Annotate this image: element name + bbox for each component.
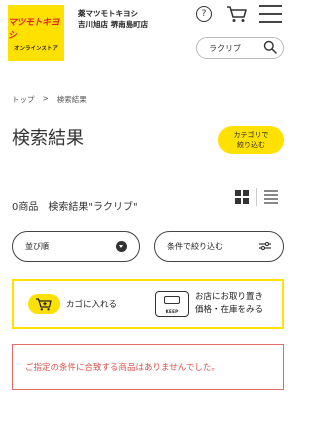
store-name: 薬マツモトキヨシ <box>78 9 138 18</box>
breadcrumb-current: 検索結果 <box>56 95 87 104</box>
store-reserve-promo: KEEP お店にお取り置き 価格・在庫をみる <box>155 291 282 317</box>
breadcrumb-separator: > <box>42 94 49 103</box>
cart-icon[interactable] <box>226 5 248 27</box>
store-reserve-line1: お店にお取り置き <box>195 292 264 302</box>
add-to-cart-promo: カゴに入れる <box>14 294 155 314</box>
site-logo[interactable]: マツモトキヨシ オンラインストア <box>8 5 64 61</box>
sort-label: 並び順 <box>25 242 49 251</box>
category-button-line1: カテゴリで <box>233 131 269 139</box>
add-to-cart-text: カゴに入れる <box>66 300 118 310</box>
breadcrumb: トップ > 検索結果 <box>12 94 87 105</box>
result-count: 0商品 検索結果"ラクリブ" <box>12 202 138 213</box>
sliders-icon <box>259 241 271 253</box>
store-keep-icon: KEEP <box>155 291 189 317</box>
breadcrumb-home[interactable]: トップ <box>12 94 35 105</box>
category-button-line2: 絞り込む <box>237 141 265 149</box>
store-branch: 吉川旭店 堺南島町店 <box>78 20 149 29</box>
search-input[interactable] <box>209 43 261 53</box>
cart-plus-icon <box>28 294 60 314</box>
page-title: 検索結果 <box>12 128 84 149</box>
store-reserve-line2: 価格・在庫をみる <box>195 305 264 315</box>
filter-button[interactable]: 条件で絞り込む <box>154 231 284 262</box>
category-filter-button[interactable]: カテゴリで 絞り込む <box>218 126 284 154</box>
help-icon[interactable]: ? <box>196 6 212 22</box>
chevron-down-icon <box>116 241 127 252</box>
filter-label: 条件で絞り込む <box>167 242 223 251</box>
sort-select[interactable]: 並び順 <box>12 231 140 262</box>
store-info[interactable]: 薬マツモトキヨシ 吉川旭店 堺南島町店 <box>78 8 148 30</box>
search-box[interactable] <box>196 37 284 59</box>
logo-brand: マツモトキヨシ <box>8 17 60 41</box>
logo-subtitle: オンラインストア <box>14 45 58 52</box>
keep-badge-text: KEEP <box>165 309 179 314</box>
search-icon[interactable] <box>263 39 277 58</box>
list-view-icon[interactable] <box>264 190 278 206</box>
promo-banner: カゴに入れる KEEP お店にお取り置き 価格・在庫をみる <box>12 279 284 329</box>
grid-view-icon[interactable] <box>235 190 249 204</box>
no-results-message: ご指定の条件に合致する商品はありませんでした。 <box>12 344 284 390</box>
hamburger-menu-icon[interactable] <box>259 5 282 29</box>
view-divider <box>256 188 257 206</box>
